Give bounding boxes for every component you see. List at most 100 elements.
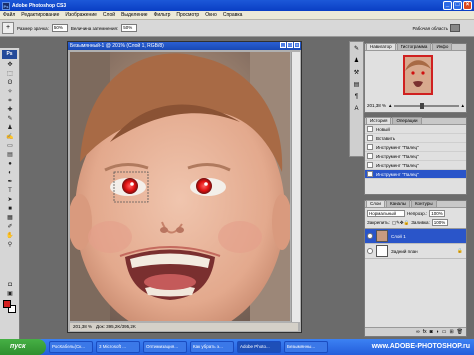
menu-file[interactable]: Файл (0, 12, 18, 18)
menu-image[interactable]: Изображение (62, 12, 100, 18)
close-button[interactable]: × (463, 1, 472, 10)
tab-info[interactable]: Инфо (432, 43, 453, 50)
layer-row[interactable]: Задний план 🔒 (365, 244, 466, 259)
tab-paths[interactable]: Контуры (410, 200, 437, 207)
shape-tool-icon[interactable]: ■ (6, 205, 14, 213)
darken-amount-field[interactable]: 50% (121, 24, 138, 32)
tab-channels[interactable]: Каналы (385, 200, 410, 207)
magic-wand-tool-icon[interactable]: ✧ (6, 88, 14, 96)
tab-history[interactable]: История (366, 117, 392, 124)
document-info: Док: 395,2K/395,2K (96, 324, 136, 329)
history-item[interactable]: Инструмент "Палец" (365, 152, 466, 161)
history-item[interactable]: Новый (365, 125, 466, 134)
link-layers-icon[interactable]: ∞ (416, 329, 420, 335)
opacity-field[interactable]: 100% (429, 210, 446, 217)
trash-icon[interactable]: 🗑 (457, 329, 463, 335)
tab-navigator[interactable]: Навигатор (366, 43, 396, 50)
zoom-out-icon[interactable]: ▲ (388, 103, 392, 108)
minimize-button[interactable]: _ (443, 1, 452, 10)
taskbar-item[interactable]: РосКабель(Ск... (49, 341, 93, 353)
move-tool-icon[interactable]: ✥ (6, 61, 14, 69)
eyedropper-tool-icon[interactable]: ✐ (6, 223, 14, 231)
navigator-zoom-field[interactable]: 201,38 % (367, 103, 386, 108)
healing-brush-tool-icon[interactable]: ✚ (6, 106, 14, 114)
taskbar-item-active[interactable]: Adobe Photo... (237, 341, 281, 353)
dodge-tool-icon[interactable]: ◐ (6, 169, 14, 177)
visibility-eye-icon[interactable] (367, 233, 373, 239)
maximize-button[interactable]: □ (453, 1, 462, 10)
hand-tool-icon[interactable]: ✋ (6, 232, 14, 240)
crop-tool-icon[interactable]: ⌗ (6, 97, 14, 105)
menu-help[interactable]: Справка (220, 12, 246, 18)
new-group-icon[interactable]: ▭ (442, 329, 447, 335)
gradient-tool-icon[interactable]: ▤ (6, 151, 14, 159)
paragraph-panel-icon[interactable]: ¶ (352, 93, 361, 102)
new-layer-icon[interactable]: ⊞ (449, 329, 453, 335)
document-close-button[interactable]: × (294, 42, 300, 48)
zoom-tool-icon[interactable]: ⚲ (6, 241, 14, 249)
taskbar-item[interactable]: 3 Microsoft ... (96, 341, 140, 353)
workspace-label[interactable]: Рабочая область (412, 26, 448, 31)
pen-tool-icon[interactable]: ✒ (6, 178, 14, 186)
stamp-tool-icon[interactable]: ♟ (6, 124, 14, 132)
start-button[interactable]: пуск (0, 339, 46, 355)
history-item-selected[interactable]: Инструмент "Палец" (365, 170, 466, 179)
screen-mode-icon[interactable]: ▣ (6, 290, 14, 298)
navigator-thumbnail[interactable] (403, 55, 433, 95)
menu-select[interactable]: Выделение (118, 12, 151, 18)
quick-mask-icon[interactable]: ◘ (6, 281, 14, 289)
lock-icons[interactable]: ▢✎✥🔒 (392, 220, 409, 226)
type-tool-icon[interactable]: T (6, 187, 14, 195)
tab-layers[interactable]: Слои (366, 200, 385, 207)
path-selection-tool-icon[interactable]: ➤ (6, 196, 14, 204)
fill-field[interactable]: 100% (431, 219, 448, 226)
taskbar-item[interactable]: Безымянны... (284, 341, 328, 353)
eraser-tool-icon[interactable]: ▭ (6, 142, 14, 150)
smudge-icon (367, 162, 373, 168)
character-panel-icon[interactable]: A (352, 105, 361, 114)
paste-icon (367, 135, 373, 141)
layer-row-selected[interactable]: Слой 1 (365, 229, 466, 244)
menu-filter[interactable]: Фильтр (151, 12, 174, 18)
lasso-tool-icon[interactable]: ʘ (6, 79, 14, 87)
baby-photo (70, 52, 290, 321)
tab-histogram[interactable]: Гистограмма (396, 43, 432, 50)
adjustment-layer-icon[interactable]: ◑ (436, 329, 439, 335)
brushes-panel-icon[interactable]: ✎ (352, 45, 361, 54)
clone-source-panel-icon[interactable]: ♟ (352, 57, 361, 66)
red-eye-tool-preset-icon[interactable]: + (2, 22, 14, 34)
add-mask-icon[interactable]: ◙ (430, 329, 433, 335)
history-item[interactable]: Вставить (365, 134, 466, 143)
right-red-eye (196, 178, 212, 194)
taskbar-item[interactable]: Оптимизация... (143, 341, 187, 353)
zoom-in-icon[interactable]: ▲ (461, 103, 465, 108)
menu-view[interactable]: Просмотр (173, 12, 202, 18)
tool-presets-panel-icon[interactable]: ⚒ (352, 69, 361, 78)
menu-window[interactable]: Окно (202, 12, 220, 18)
blend-mode-select[interactable]: Нормальный (367, 210, 405, 217)
taskbar-item[interactable]: Как убрать э... (190, 341, 234, 353)
navigator-zoom-slider[interactable] (394, 102, 459, 109)
layers-panel: Слои Каналы Контуры Нормальный Непрозр.:… (364, 200, 467, 337)
workspace-menu-icon[interactable] (450, 24, 460, 32)
image-canvas[interactable] (70, 52, 290, 321)
menu-edit[interactable]: Редактирование (18, 12, 62, 18)
blur-tool-icon[interactable]: ● (6, 160, 14, 168)
visibility-eye-icon[interactable] (367, 248, 373, 254)
document-vertical-scrollbar[interactable] (291, 52, 300, 322)
brush-tool-icon[interactable]: ✎ (6, 115, 14, 123)
foreground-color-swatch[interactable] (3, 300, 11, 308)
pupil-size-field[interactable]: 50% (51, 24, 68, 32)
history-item[interactable]: Инструмент "Палец" (365, 161, 466, 170)
document-minimize-button[interactable]: _ (280, 42, 286, 48)
history-item[interactable]: Инструмент "Палец" (365, 143, 466, 152)
document-maximize-button[interactable]: □ (287, 42, 293, 48)
history-brush-tool-icon[interactable]: ✍ (6, 133, 14, 141)
layer-comps-panel-icon[interactable]: ▤ (352, 81, 361, 90)
document-zoom-field[interactable]: 201,38 % (73, 323, 92, 331)
tab-actions[interactable]: Операции (392, 117, 422, 124)
notes-tool-icon[interactable]: ▦ (6, 214, 14, 222)
menu-layer[interactable]: Слой (100, 12, 118, 18)
layer-style-icon[interactable]: fx (423, 329, 427, 335)
marquee-tool-icon[interactable]: ⬚ (6, 70, 14, 78)
